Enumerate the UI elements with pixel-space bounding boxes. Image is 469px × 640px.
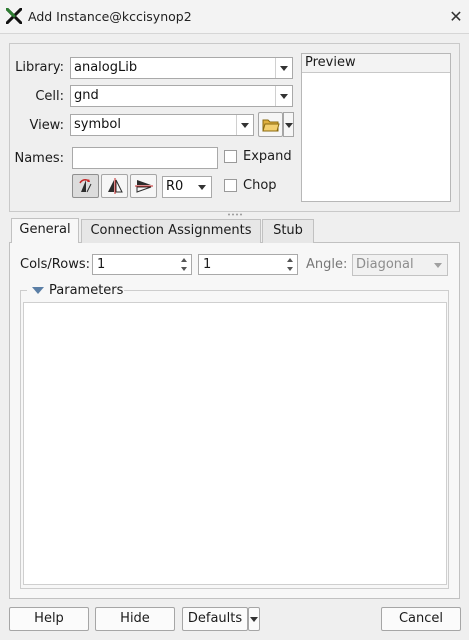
library-value: analogLib xyxy=(74,60,138,75)
chop-checkbox[interactable] xyxy=(224,179,237,192)
chop-label: Chop xyxy=(243,178,277,193)
splitter-handle[interactable] xyxy=(227,212,245,217)
spin-down-icon[interactable] xyxy=(284,265,297,275)
tab-stub[interactable]: Stub xyxy=(262,219,314,243)
expand-checkbox[interactable] xyxy=(224,150,237,163)
preview-label: Preview xyxy=(305,55,356,70)
collapse-triangle-icon[interactable] xyxy=(32,287,44,294)
close-icon[interactable]: ✕ xyxy=(446,7,466,27)
rotate-button[interactable] xyxy=(72,174,99,198)
chevron-down-icon xyxy=(430,255,447,275)
browse-button[interactable] xyxy=(258,112,283,137)
angle-label: Angle: xyxy=(306,257,348,272)
cancel-button[interactable]: Cancel xyxy=(381,607,461,631)
names-input[interactable] xyxy=(72,147,218,169)
cell-value: gnd xyxy=(74,88,99,103)
library-label: Library: xyxy=(15,60,64,75)
mirror-sideways-icon xyxy=(108,178,123,194)
angle-value: Diagonal xyxy=(356,257,414,272)
cell-combo[interactable]: gnd xyxy=(70,85,293,107)
view-combo[interactable]: symbol xyxy=(70,114,254,136)
mirror-updown-icon xyxy=(135,180,153,193)
cell-label: Cell: xyxy=(35,89,64,104)
title-bar: Add Instance@kccisynop2 ✕ xyxy=(0,0,469,34)
library-combo[interactable]: analogLib xyxy=(70,57,293,79)
parameters-area[interactable] xyxy=(23,302,447,585)
view-label: View: xyxy=(29,118,64,133)
rotate-icon xyxy=(79,179,92,193)
rotation-value: R0 xyxy=(166,179,184,194)
chevron-down-icon xyxy=(250,617,258,622)
preview-panel: Preview xyxy=(301,53,451,202)
window-title: Add Instance@kccisynop2 xyxy=(28,9,192,24)
expand-label: Expand xyxy=(243,149,292,164)
cols-value: 1 xyxy=(97,257,106,272)
browse-menu-button[interactable] xyxy=(283,112,294,137)
angle-combo: Diagonal xyxy=(352,254,448,276)
mirror-sideways-button[interactable] xyxy=(101,174,128,198)
chevron-down-icon[interactable] xyxy=(275,58,292,78)
names-label: Names: xyxy=(14,151,64,166)
chevron-down-icon xyxy=(285,123,293,128)
spin-up-icon[interactable] xyxy=(284,255,297,265)
view-value: symbol xyxy=(74,117,121,132)
help-button[interactable]: Help xyxy=(9,607,89,631)
tab-general[interactable]: General xyxy=(11,218,79,243)
rows-spinbox[interactable]: 1 xyxy=(198,254,298,275)
cols-rows-label: Cols/Rows: xyxy=(20,257,90,272)
chevron-down-icon[interactable] xyxy=(236,115,253,135)
rotation-combo[interactable]: R0 xyxy=(162,176,212,198)
defaults-button[interactable]: Defaults xyxy=(182,607,248,631)
preview-header: Preview xyxy=(302,54,450,73)
hide-button[interactable]: Hide xyxy=(95,607,175,631)
parameters-header[interactable]: Parameters xyxy=(27,283,124,299)
chevron-down-icon[interactable] xyxy=(275,86,292,106)
spin-down-icon[interactable] xyxy=(178,265,191,275)
spin-up-icon[interactable] xyxy=(178,255,191,265)
defaults-menu-button[interactable] xyxy=(248,607,260,631)
x-app-icon xyxy=(6,8,22,24)
mirror-updown-button[interactable] xyxy=(130,174,157,198)
rows-value: 1 xyxy=(203,257,212,272)
tab-connection-assignments[interactable]: Connection Assignments xyxy=(81,219,261,243)
parameters-label: Parameters xyxy=(49,283,124,298)
folder-open-icon xyxy=(262,119,280,132)
cols-spinbox[interactable]: 1 xyxy=(92,254,192,275)
chevron-down-icon[interactable] xyxy=(194,177,211,197)
